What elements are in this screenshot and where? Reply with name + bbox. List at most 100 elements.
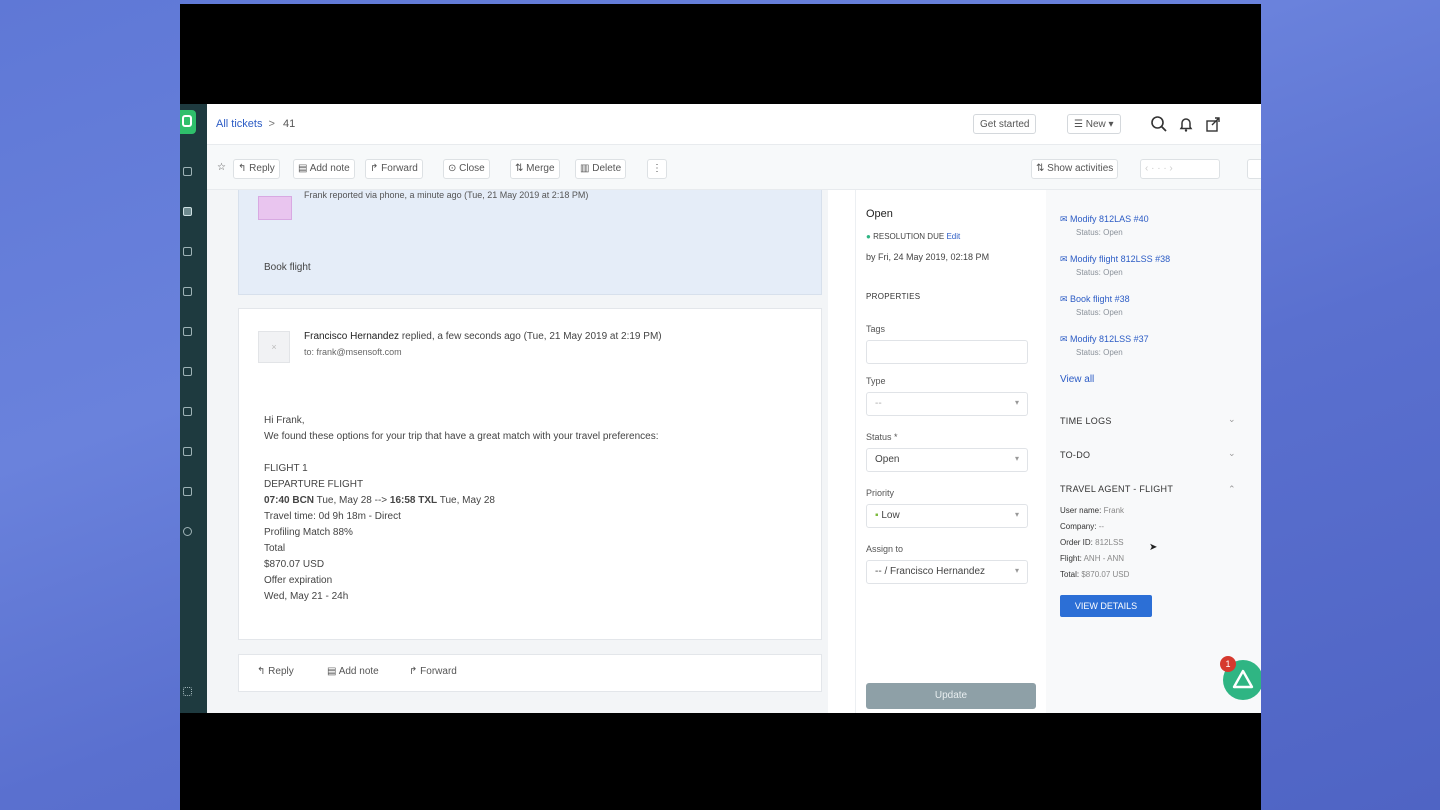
total-value: $870.07 USD xyxy=(1081,570,1130,579)
related-ticket-3[interactable]: ✉ Book flight #38 xyxy=(1060,294,1130,305)
company-label: Company: xyxy=(1060,522,1097,531)
tags-input[interactable] xyxy=(866,340,1028,364)
related-ticket-3-title: Book flight #38 xyxy=(1070,294,1130,304)
arrival-time: 16:58 TXL xyxy=(389,495,438,506)
reply-icon: ↰ xyxy=(238,163,250,174)
ticket-icon: ✉ xyxy=(1060,214,1071,224)
request-meta: Frank reported via phone, a minute ago (… xyxy=(304,190,589,200)
related-ticket-1[interactable]: ✉ Modify 812LAS #40 xyxy=(1060,214,1149,225)
chevron-down-icon: ▾ xyxy=(1014,510,1019,519)
body-line-intro: We found these options for your trip tha… xyxy=(264,431,659,442)
app-logo[interactable] xyxy=(180,110,196,134)
body-line-match: Profiling Match 88% xyxy=(264,527,353,538)
related-panel: ✉ Modify 812LAS #40 Status: Open ✉ Modif… xyxy=(1046,190,1261,713)
merge-icon: ⇅ xyxy=(515,163,527,174)
delete-label: Delete xyxy=(592,163,622,174)
todo-section[interactable]: TO-DO xyxy=(1060,450,1090,460)
body-line-expiration-value: Wed, May 21 - 24h xyxy=(264,591,349,602)
related-ticket-1-title: Modify 812LAS #40 xyxy=(1070,214,1149,224)
reply-button[interactable]: ↰ Reply xyxy=(233,159,280,179)
new-list-icon: ☰ xyxy=(1074,119,1086,130)
tickets-icon[interactable] xyxy=(183,207,192,216)
delete-button[interactable]: ▥ Delete xyxy=(575,159,627,179)
related-ticket-2[interactable]: ✉ Modify flight 812LSS #38 xyxy=(1060,254,1170,265)
original-request-card: Frank reported via phone, a minute ago (… xyxy=(238,190,822,295)
priority-select[interactable]: ▪ Low ▾ xyxy=(866,504,1028,528)
user-name-row: User name: Frank xyxy=(1060,506,1124,515)
new-button[interactable]: ☰ New ▾ xyxy=(1067,114,1121,134)
apps-grid-icon[interactable] xyxy=(183,687,192,696)
travel-agent-section[interactable]: TRAVEL AGENT - FLIGHT xyxy=(1060,484,1173,494)
resolution-by: by Fri, 24 May 2019, 02:18 PM xyxy=(866,252,990,262)
assign-select[interactable]: -- / Francisco Hernandez ▾ xyxy=(866,560,1028,584)
update-button[interactable]: Update xyxy=(866,683,1036,709)
type-select[interactable]: -- ▾ xyxy=(866,392,1028,416)
reply-label: Reply xyxy=(249,163,275,174)
bottom-forward-label: Forward xyxy=(420,666,457,677)
flight-schedule: 07:40 BCN Tue, May 28 --> 16:58 TXL Tue,… xyxy=(264,495,495,506)
related-ticket-2-status: Status: Open xyxy=(1076,268,1123,277)
analytics-icon[interactable] xyxy=(183,447,192,456)
share-icon[interactable] xyxy=(1204,115,1222,133)
dashboard-icon[interactable] xyxy=(183,167,192,176)
bottom-reply-label: Reply xyxy=(268,666,294,677)
related-ticket-4[interactable]: ✉ Modify 812LSS #37 xyxy=(1060,334,1149,345)
merge-button[interactable]: ⇅ Merge xyxy=(510,159,560,179)
star-icon[interactable]: ☆ xyxy=(213,159,230,177)
view-all-link[interactable]: View all xyxy=(1060,374,1094,385)
departure-time: 07:40 BCN xyxy=(264,495,315,506)
status-label: Status * xyxy=(866,432,898,442)
forward-button[interactable]: ↱ Forward xyxy=(365,159,423,179)
bottom-forward-button[interactable]: ↱ Forward xyxy=(409,666,457,677)
reports-icon[interactable] xyxy=(183,407,192,416)
related-ticket-4-status: Status: Open xyxy=(1076,348,1123,357)
body-line-departure: DEPARTURE FLIGHT xyxy=(264,479,364,490)
settings-icon[interactable] xyxy=(183,527,192,536)
contacts-icon[interactable] xyxy=(183,247,192,256)
trash-icon: ▥ xyxy=(580,163,593,174)
forums-icon[interactable] xyxy=(183,367,192,376)
related-ticket-3-status: Status: Open xyxy=(1076,308,1123,317)
bottom-add-note-button[interactable]: ▤ Add note xyxy=(327,666,379,677)
social-icon[interactable] xyxy=(183,287,192,296)
chevron-down-icon[interactable]: ⌄ xyxy=(1228,448,1236,459)
priority-value: ▪ Low xyxy=(875,510,900,521)
resolution-edit-link[interactable]: Edit xyxy=(946,232,960,241)
admin-icon[interactable] xyxy=(183,487,192,496)
priority-label: Priority xyxy=(866,488,895,498)
reply-author[interactable]: Francisco Hernandez xyxy=(304,331,399,342)
add-note-button[interactable]: ▤ Add note xyxy=(293,159,355,179)
get-started-button[interactable]: Get started xyxy=(973,114,1037,134)
reply-recipient: to: frank@msensoft.com xyxy=(304,347,402,357)
reply-icon: ↰ xyxy=(257,666,269,677)
total-label: Total: xyxy=(1060,570,1080,579)
arrival-date: Tue, May 28 xyxy=(437,495,495,506)
status-dot-icon: ● xyxy=(866,232,871,241)
notification-bell-icon[interactable] xyxy=(1177,115,1195,133)
reply-actions-bar: ↰ Reply ▤ Add note ↱ Forward xyxy=(238,654,822,692)
ticket-toolbar: ☆ ↰ Reply ▤ Add note ↱ Forward ⊙ Close ⇅… xyxy=(207,145,1261,190)
search-icon[interactable] xyxy=(1150,115,1168,133)
show-activities-button[interactable]: ⇅ Show activities xyxy=(1031,159,1119,179)
order-row: Order ID: 812LSS xyxy=(1060,538,1124,547)
time-logs-section[interactable]: TIME LOGS xyxy=(1060,416,1112,426)
layout-toggle-icon[interactable] xyxy=(1247,159,1261,179)
solutions-icon[interactable] xyxy=(183,327,192,336)
resolution-label: RESOLUTION DUE xyxy=(873,232,945,241)
view-details-button[interactable]: VIEW DETAILS xyxy=(1060,595,1152,617)
company-value: -- xyxy=(1098,522,1105,531)
ticket-icon: ✉ xyxy=(1060,254,1071,264)
pagination-control[interactable]: ‹ · · · › xyxy=(1140,159,1220,179)
mouse-cursor-icon: ➤ xyxy=(1149,542,1158,553)
chevron-up-icon[interactable]: ⌃ xyxy=(1228,484,1236,495)
order-value: 812LSS xyxy=(1095,538,1124,547)
bottom-reply-button[interactable]: ↰ Reply xyxy=(257,666,294,677)
status-select[interactable]: Open ▾ xyxy=(866,448,1028,472)
chevron-down-icon[interactable]: ⌄ xyxy=(1228,414,1236,425)
status-value: Open xyxy=(875,454,900,465)
close-button[interactable]: ⊙ Close xyxy=(443,159,490,179)
more-options-icon[interactable]: ⋮ xyxy=(647,159,667,179)
breadcrumb-all-tickets[interactable]: All tickets xyxy=(216,118,262,130)
request-body: Book flight xyxy=(264,262,311,273)
helpdesk-app: All tickets > 41 Get started ☰ New ▾ ☆ ↰… xyxy=(180,104,1261,713)
